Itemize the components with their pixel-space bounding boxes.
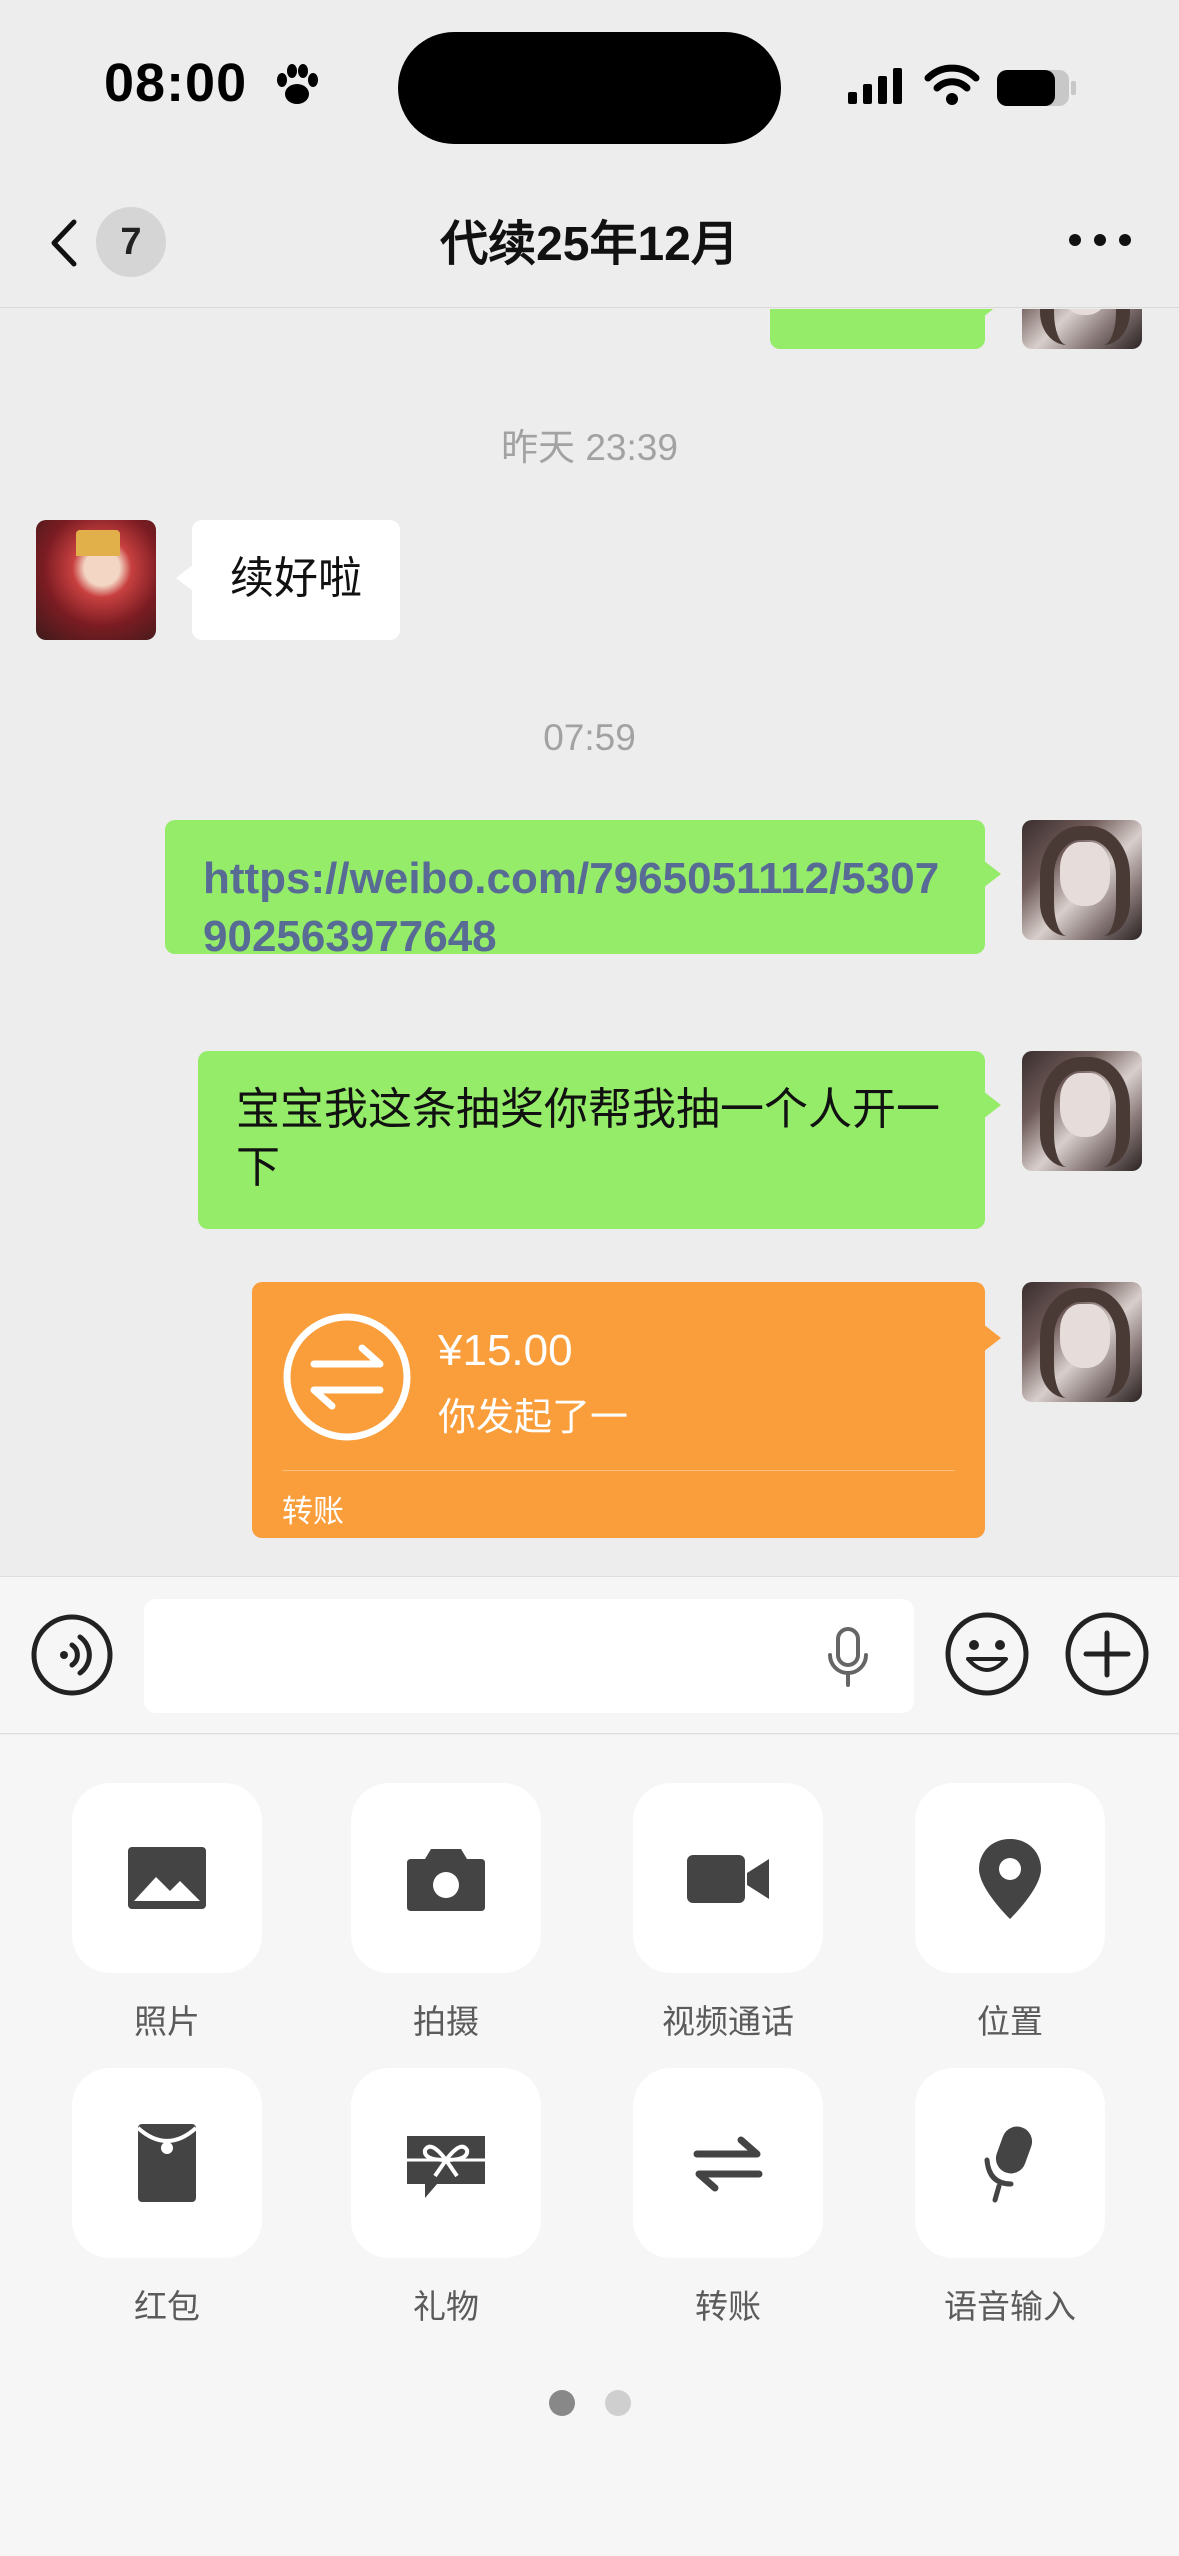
tool-tile[interactable]: [915, 2068, 1105, 2258]
transfer-icon: [283, 1313, 411, 1441]
cellular-signal-icon: [848, 68, 902, 104]
more-tools-panel: 照片 拍摄 视频通话 位置 红包 礼物 转账 语音输入: [0, 1735, 1179, 2556]
paw-icon: [277, 64, 318, 104]
avatar-me[interactable]: [1022, 1282, 1142, 1402]
avatar-contact[interactable]: [36, 520, 156, 640]
dynamic-island: [398, 32, 781, 144]
tool-location[interactable]: 位置: [915, 1783, 1105, 2043]
tool-label: 语音输入: [944, 2288, 1076, 2325]
tool-tile[interactable]: [72, 1783, 262, 1973]
transfer-description: 你发起了一: [438, 1397, 629, 1439]
emoji-icon[interactable]: [944, 1611, 1030, 1697]
tool-tile[interactable]: [633, 2068, 823, 2258]
avatar-me[interactable]: [1022, 820, 1142, 940]
tool-label: 红包: [134, 2288, 200, 2325]
status-bar: 08:00: [0, 0, 1179, 170]
message-input[interactable]: [144, 1599, 914, 1713]
voice-input-icon: [984, 2126, 1033, 2203]
tool-video-call[interactable]: 视频通话: [633, 1783, 823, 2043]
input-bar: [0, 1576, 1179, 1734]
status-time: 08:00: [104, 53, 248, 113]
tool-label: 照片: [134, 2003, 200, 2040]
transfer-amount: ¥15.00: [438, 1326, 573, 1375]
tool-tile[interactable]: [915, 1783, 1105, 1973]
tool-gift[interactable]: 礼物: [351, 2068, 541, 2328]
transfer-card[interactable]: ¥15.00 你发起了一 转账: [252, 1282, 1001, 1538]
message-bubble-sent[interactable]: [770, 309, 1001, 349]
battery-icon: [997, 70, 1076, 106]
message-text: 宝宝我这条抽奖你帮我抽一个人开一下: [236, 1085, 940, 1192]
tool-tile[interactable]: [351, 2068, 541, 2258]
chat-header: 7 代续25年12月: [0, 170, 1179, 308]
tool-label: 视频通话: [662, 2003, 794, 2040]
tool-tile[interactable]: [72, 2068, 262, 2258]
transfer-arrows-icon: [693, 2136, 763, 2192]
tool-tile[interactable]: [633, 1783, 823, 1973]
more-options-icon[interactable]: [1060, 210, 1140, 270]
divider: [282, 1470, 955, 1471]
tool-red-packet[interactable]: 红包: [72, 2068, 262, 2328]
tool-label: 拍摄: [413, 2003, 479, 2040]
photo-icon: [128, 1847, 206, 1909]
message-bubble-sent[interactable]: 宝宝我这条抽奖你帮我抽一个人开一下: [198, 1051, 1001, 1229]
red-packet-icon: [136, 2124, 198, 2202]
wifi-icon: [924, 64, 980, 105]
tool-label: 转账: [695, 2288, 761, 2325]
page-indicator: [0, 2390, 1179, 2416]
avatar-me[interactable]: [1022, 1051, 1142, 1171]
weibo-link[interactable]: https://weibo.com/7965051112/53079025639…: [203, 854, 939, 961]
tool-photo[interactable]: 照片: [72, 1783, 262, 2043]
message-text: 续好啦: [230, 554, 362, 603]
tool-label: 礼物: [413, 2288, 479, 2325]
transfer-label: 转账: [282, 1494, 344, 1529]
message-timestamp: 07:59: [543, 717, 636, 758]
plus-icon[interactable]: [1064, 1611, 1150, 1697]
microphone-icon[interactable]: [822, 1625, 874, 1689]
camera-icon: [407, 1849, 485, 1911]
page-dot[interactable]: [604, 2390, 631, 2416]
gift-icon: [407, 2136, 485, 2198]
message-bubble-received[interactable]: 续好啦: [176, 520, 400, 640]
tool-transfer[interactable]: 转账: [633, 2068, 823, 2328]
avatar-me[interactable]: [1022, 309, 1142, 349]
chat-screen: 08:00 7 代续25年12月 昨天 23:39 续好啦 07:59 http…: [0, 0, 1179, 2556]
chat-title: 代续25年12月: [440, 218, 739, 271]
voice-mode-icon[interactable]: [30, 1613, 114, 1697]
message-bubble-sent-link[interactable]: https://weibo.com/7965051112/53079025639…: [165, 820, 1001, 961]
location-pin-icon: [979, 1839, 1041, 1919]
tool-voice-input[interactable]: 语音输入: [915, 2068, 1105, 2328]
message-timestamp: 昨天 23:39: [501, 427, 678, 468]
page-dot-active[interactable]: [548, 2390, 575, 2416]
tool-camera[interactable]: 拍摄: [351, 1783, 541, 2043]
tool-label: 位置: [977, 2003, 1043, 2040]
tool-tile[interactable]: [351, 1783, 541, 1973]
message-list[interactable]: 昨天 23:39 续好啦 07:59 https://weibo.com/796…: [0, 309, 1179, 1576]
video-camera-icon: [687, 1855, 769, 1903]
